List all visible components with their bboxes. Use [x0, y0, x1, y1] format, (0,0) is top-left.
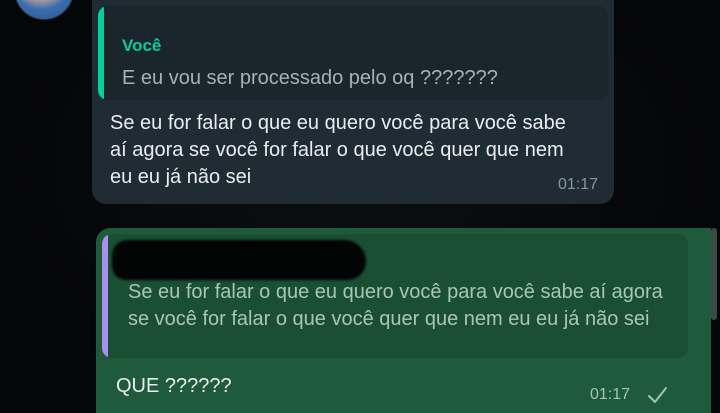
incoming-quote-bar [98, 6, 104, 100]
message-text: QUE ?????? [116, 375, 232, 397]
outgoing-quoted-reply[interactable]: Se eu for falar o que eu quero você para… [102, 234, 688, 358]
single-check-icon [648, 387, 667, 403]
redacted-author-scribble [112, 240, 366, 280]
contact-avatar[interactable] [14, 0, 74, 20]
outgoing-message-bubble[interactable]: Se eu for falar o que eu quero você para… [96, 228, 711, 413]
incoming-message-bubble[interactable]: Você E eu vou ser processado pelo oq ???… [92, 0, 614, 204]
quoted-text: E eu vou ser processado pelo oq ??????? [122, 67, 498, 89]
outgoing-quote-bar [102, 234, 108, 358]
chat-screen: Você E eu vou ser processado pelo oq ???… [0, 0, 720, 413]
message-text: Se eu for falar o que eu quero você para… [110, 112, 566, 188]
quoted-text: Se eu for falar o que eu quero você para… [128, 281, 663, 330]
message-time: 01:17 [557, 176, 598, 193]
scrollbar[interactable] [711, 228, 717, 320]
incoming-quoted-reply[interactable]: Você E eu vou ser processado pelo oq ???… [98, 6, 608, 100]
message-time: 01:17 [590, 386, 631, 403]
quoted-author: Você [122, 36, 162, 55]
